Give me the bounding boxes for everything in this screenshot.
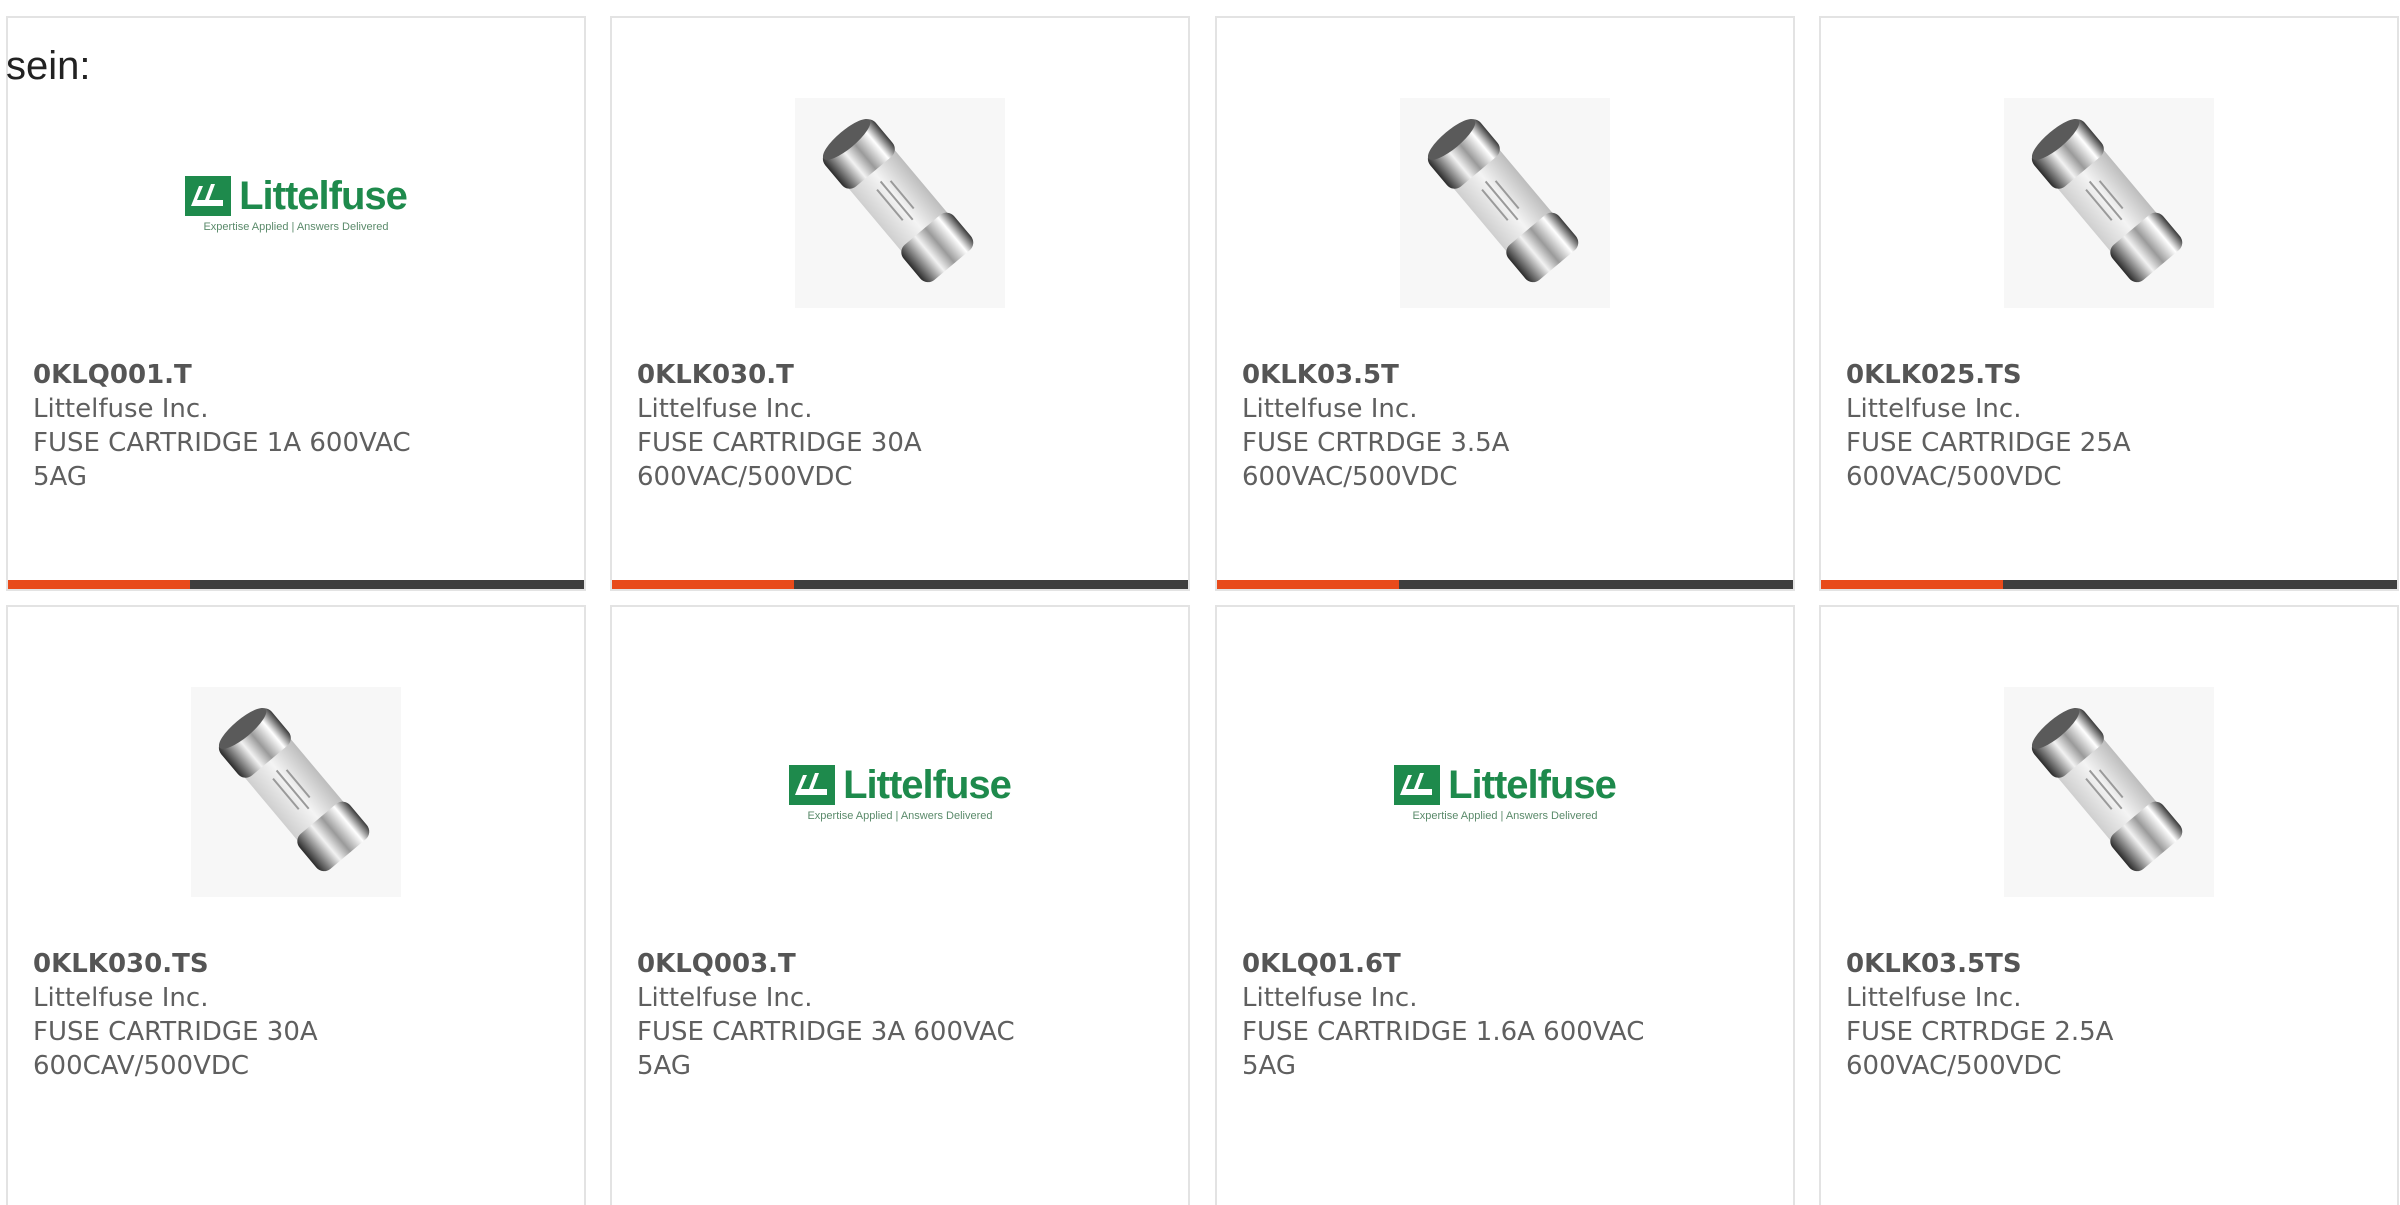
card-accent-bar (8, 580, 584, 589)
card-accent-highlight (612, 580, 794, 589)
product-description-line: FUSE CARTRIDGE 3A 600VAC (637, 1017, 1015, 1047)
card-accent-highlight (8, 580, 190, 589)
product-card[interactable]: 0KLK03.5T Littelfuse Inc. FUSE CRTRDGE 3.5… (1215, 16, 1795, 591)
product-description-line: FUSE CRTRDGE 2.5A (1846, 1017, 2114, 1047)
card-accent-bar (612, 580, 1188, 589)
product-manufacturer: Littelfuse Inc. (1242, 394, 1418, 424)
product-info: 0KLQ01.6T Littelfuse Inc. FUSE CARTRIDGE 1… (1242, 947, 1662, 1083)
product-card[interactable]: Littelfuse Expertise Applied | Answers D… (610, 605, 1190, 1205)
product-card[interactable]: 0KLK030.T Littelfuse Inc. FUSE CARTRIDGE 3… (610, 16, 1190, 591)
product-card[interactable]: Littelfuse Expertise Applied | Answers D… (1215, 605, 1795, 1205)
product-grid: sein: Littelfuse Expertise Applied | Ans… (0, 0, 2400, 1205)
product-description-line: 600VAC/500VDC (1242, 462, 1458, 492)
product-part-number[interactable]: 0KLQ01.6T (1242, 947, 1662, 981)
product-part-number[interactable]: 0KLQ003.T (637, 947, 1057, 981)
logo-wordmark: Littelfuse (239, 173, 408, 218)
product-info: 0KLK03.5T Littelfuse Inc. FUSE CRTRDGE 3.5… (1242, 358, 1662, 494)
product-part-number[interactable]: 0KLK03.5T (1242, 358, 1662, 392)
product-description-line: 600CAV/500VDC (33, 1051, 250, 1081)
product-part-number[interactable]: 0KLQ001.T (33, 358, 453, 392)
product-description-line: 600VAC/500VDC (1846, 1051, 2062, 1081)
product-description-line: FUSE CARTRIDGE 1A 600VAC (33, 428, 411, 458)
product-card[interactable]: Littelfuse Expertise Applied | Answers D… (6, 16, 586, 591)
fuse-cartridge-image (2004, 687, 2214, 897)
product-info: 0KLK025.TS Littelfuse Inc. FUSE CARTRIDGE … (1846, 358, 2266, 494)
fuse-cartridge-image (795, 98, 1005, 308)
product-manufacturer: Littelfuse Inc. (1846, 983, 2022, 1013)
product-card[interactable]: 0KLK025.TS Littelfuse Inc. FUSE CARTRIDGE … (1819, 16, 2399, 591)
product-info: 0KLQ001.T Littelfuse Inc. FUSE CARTRIDGE 1… (33, 358, 453, 494)
littelfuse-logo: Littelfuse Expertise Applied | Answers D… (789, 762, 1012, 822)
product-image[interactable] (1217, 88, 1793, 318)
product-manufacturer: Littelfuse Inc. (33, 394, 209, 424)
product-description-line: 5AG (1242, 1051, 1297, 1081)
product-description-line: FUSE CARTRIDGE 1.6A 600VAC (1242, 1017, 1645, 1047)
product-description-line: FUSE CARTRIDGE 25A (1846, 428, 2131, 458)
product-info: 0KLQ003.T Littelfuse Inc. FUSE CARTRIDGE 3… (637, 947, 1057, 1083)
product-part-number[interactable]: 0KLK030.T (637, 358, 1057, 392)
card-accent-highlight (1821, 580, 2003, 589)
product-image[interactable]: Littelfuse Expertise Applied | Answers D… (1217, 677, 1793, 907)
fuse-cartridge-image (2004, 98, 2214, 308)
product-manufacturer: Littelfuse Inc. (1846, 394, 2022, 424)
card-accent-bar (1821, 580, 2397, 589)
product-part-number[interactable]: 0KLK03.5TS (1846, 947, 2266, 981)
product-description-line: FUSE CRTRDGE 3.5A (1242, 428, 1510, 458)
product-info: 0KLK030.TS Littelfuse Inc. FUSE CARTRIDGE … (33, 947, 453, 1083)
caption-text: sein: (6, 44, 91, 88)
product-card[interactable]: 0KLK03.5TS Littelfuse Inc. FUSE CRTRDGE 2.… (1819, 605, 2399, 1205)
product-image[interactable] (1821, 88, 2397, 318)
product-part-number[interactable]: 0KLK025.TS (1846, 358, 2266, 392)
logo-tagline: Expertise Applied | Answers Delivered (1412, 809, 1598, 822)
littelfuse-logo-mark (789, 765, 836, 805)
product-description-line: 600VAC/500VDC (637, 462, 853, 492)
product-image[interactable]: Littelfuse Expertise Applied | Answers D… (8, 88, 584, 318)
product-description-line: FUSE CARTRIDGE 30A (33, 1017, 318, 1047)
product-description-line: 5AG (33, 462, 88, 492)
littelfuse-logo: Littelfuse Expertise Applied | Answers D… (1394, 762, 1617, 822)
product-image[interactable] (612, 88, 1188, 318)
littelfuse-logo: Littelfuse Expertise Applied | Answers D… (185, 173, 408, 233)
logo-tagline: Expertise Applied | Answers Delivered (203, 220, 389, 233)
logo-wordmark: Littelfuse (843, 762, 1012, 807)
product-manufacturer: Littelfuse Inc. (33, 983, 209, 1013)
product-description-line: FUSE CARTRIDGE 30A (637, 428, 922, 458)
logo-tagline: Expertise Applied | Answers Delivered (807, 809, 993, 822)
fuse-cartridge-image (191, 687, 401, 897)
logo-wordmark: Littelfuse (1448, 762, 1617, 807)
product-manufacturer: Littelfuse Inc. (637, 983, 813, 1013)
card-accent-bar (1217, 580, 1793, 589)
product-description-line: 600VAC/500VDC (1846, 462, 2062, 492)
product-image[interactable]: Littelfuse Expertise Applied | Answers D… (612, 677, 1188, 907)
product-info: 0KLK03.5TS Littelfuse Inc. FUSE CRTRDGE 2.… (1846, 947, 2266, 1083)
product-image[interactable] (1821, 677, 2397, 907)
product-image[interactable] (8, 677, 584, 907)
fuse-cartridge-image (1400, 98, 1610, 308)
card-accent-highlight (1217, 580, 1399, 589)
product-manufacturer: Littelfuse Inc. (637, 394, 813, 424)
product-info: 0KLK030.T Littelfuse Inc. FUSE CARTRIDGE 3… (637, 358, 1057, 494)
product-description-line: 5AG (637, 1051, 692, 1081)
littelfuse-logo-mark (185, 176, 232, 216)
product-card[interactable]: 0KLK030.TS Littelfuse Inc. FUSE CARTRIDGE … (6, 605, 586, 1205)
littelfuse-logo-mark (1394, 765, 1441, 805)
product-manufacturer: Littelfuse Inc. (1242, 983, 1418, 1013)
product-part-number[interactable]: 0KLK030.TS (33, 947, 453, 981)
